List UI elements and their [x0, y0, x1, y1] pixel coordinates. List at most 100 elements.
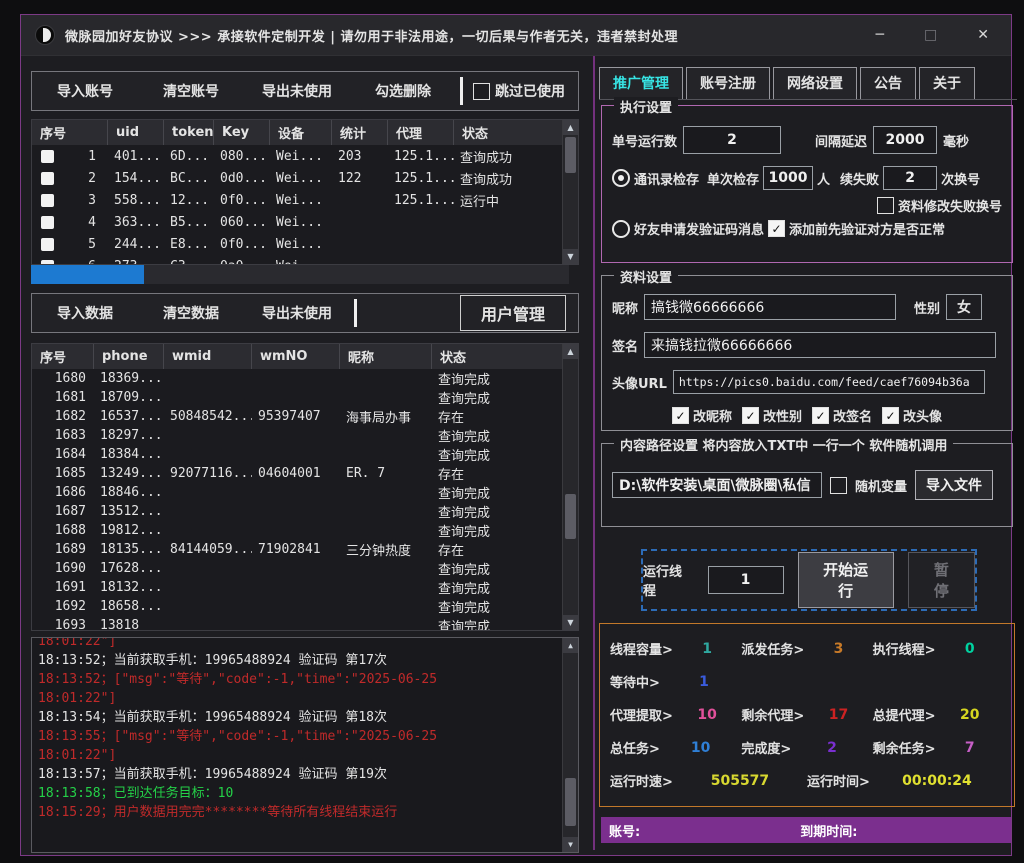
scrollbar-thumb[interactable]: [565, 494, 576, 539]
table-cell: 查询完成: [432, 559, 564, 578]
row-checkbox[interactable]: [41, 150, 54, 163]
table-cell: 13512...: [94, 504, 164, 519]
checkbox-checked-icon[interactable]: ✓: [882, 407, 899, 424]
import-file-button[interactable]: 导入文件: [915, 470, 993, 500]
pause-button[interactable]: 暂停: [908, 552, 975, 608]
table-cell: 401...: [108, 149, 164, 164]
log-scrollbar[interactable]: ▲ ▼: [562, 638, 578, 852]
checkbox-checked-icon[interactable]: ✓: [742, 407, 759, 424]
table-row[interactable]: 168513249...92077116...04604001ER. 7存在: [32, 464, 564, 483]
checkbox-checked-icon[interactable]: ✓: [672, 407, 689, 424]
nickname-label: 昵称: [612, 298, 638, 317]
fail-input[interactable]: [883, 166, 937, 190]
scroll-up-icon[interactable]: ▲: [563, 638, 578, 653]
row-checkbox[interactable]: [41, 172, 54, 185]
table-row[interactable]: 169313818查询完成: [32, 616, 564, 631]
scroll-up-icon[interactable]: ▲: [563, 120, 578, 135]
table-row[interactable]: 1401...6D...080...Wei...203125.1...查询成功: [32, 145, 564, 167]
friend-request-label: 好友申请发验证码消息: [634, 219, 764, 238]
table-row[interactable]: 168018369...查询完成: [32, 369, 564, 388]
tab-4[interactable]: 关于: [919, 67, 975, 99]
table-cell: 18369...: [94, 371, 164, 386]
account-toolbar-button-2[interactable]: 导出未使用: [244, 81, 350, 101]
app-window: 微脉园加好友协议 >>> 承接软件定制开发 | 请勿用于非法用途，一切后果与作者…: [20, 14, 1012, 856]
row-checkbox[interactable]: [41, 216, 54, 229]
table-cell: Wei...: [270, 171, 332, 186]
table-row[interactable]: 168618846...查询完成: [32, 483, 564, 502]
tab-2[interactable]: 网络设置: [773, 67, 857, 99]
column-header: token: [164, 120, 214, 145]
random-var-checkbox[interactable]: [830, 477, 847, 494]
stats-row: 等待中>1: [610, 665, 1004, 698]
table-row[interactable]: 168918135...84144059...71902841三分钟热度存在: [32, 540, 564, 559]
profile-check-3[interactable]: ✓改头像: [882, 406, 942, 425]
table-row[interactable]: 169218658...查询完成: [32, 597, 564, 616]
stat-value: 1: [673, 641, 741, 657]
stat-item: 执行线程>0: [873, 639, 1004, 658]
user-toolbar-button-1[interactable]: 清空数据: [138, 303, 244, 323]
stat-label: 代理提取>: [610, 705, 673, 724]
scrollbar-thumb[interactable]: [565, 137, 576, 173]
scroll-down-icon[interactable]: ▼: [563, 837, 578, 852]
gender-value-box[interactable]: 女: [946, 294, 982, 320]
tab-1[interactable]: 账号注册: [686, 67, 770, 99]
table-row[interactable]: 168318297...查询完成: [32, 426, 564, 445]
account-toolbar-button-3[interactable]: 勾选删除: [350, 81, 456, 101]
profile-check-1[interactable]: ✓改性别: [742, 406, 802, 425]
table-cell: 查询完成: [432, 426, 564, 445]
table-cell: 0f0...: [214, 237, 270, 252]
user-toolbar-button-2[interactable]: 导出未使用: [244, 303, 350, 323]
interval-input[interactable]: [873, 126, 937, 154]
checkbox-checked-icon[interactable]: ✓: [812, 407, 829, 424]
skip-used-checkbox[interactable]: 跳过已使用: [473, 81, 565, 101]
batch-input[interactable]: [763, 166, 813, 190]
contacts-radio[interactable]: [612, 169, 630, 187]
table-row[interactable]: 168713512...查询完成: [32, 502, 564, 521]
table-cell: 查询完成: [432, 388, 564, 407]
avatar-url-input[interactable]: [673, 370, 985, 394]
table-row[interactable]: 169017628...查询完成: [32, 559, 564, 578]
table-row[interactable]: 3558...12...0f0...Wei...125.1...运行中: [32, 189, 564, 211]
user-manager-button[interactable]: 用户管理: [460, 295, 566, 331]
table-row[interactable]: 168418384...查询完成: [32, 445, 564, 464]
account-toolbar-button-1[interactable]: 清空账号: [138, 81, 244, 101]
tab-3[interactable]: 公告: [860, 67, 916, 99]
checkbox-icon[interactable]: [473, 83, 490, 100]
thread-count-input[interactable]: [708, 566, 784, 594]
friend-request-radio[interactable]: [612, 220, 630, 238]
user-table: 序号phonewmidwmNO昵称状态 168018369...查询完成1681…: [31, 343, 579, 631]
start-run-button[interactable]: 开始运行: [798, 552, 894, 608]
row-checkbox[interactable]: [41, 238, 54, 251]
profile-check-0[interactable]: ✓改昵称: [672, 406, 732, 425]
tab-0[interactable]: 推广管理: [599, 67, 683, 99]
profile-check-2[interactable]: ✓改签名: [812, 406, 872, 425]
signature-input[interactable]: [644, 332, 996, 358]
account-toolbar-button-0[interactable]: 导入账号: [32, 81, 138, 101]
single-run-input[interactable]: [683, 126, 781, 154]
table-row[interactable]: 169118132...查询完成: [32, 578, 564, 597]
verify-label: 添加前先验证对方是否正常: [789, 219, 945, 238]
table-row[interactable]: 2154...BC...0d0...Wei...122125.1...查询成功: [32, 167, 564, 189]
profile-fail-checkbox[interactable]: [877, 197, 894, 214]
content-path-input[interactable]: [612, 472, 822, 498]
account-table-scrollbar[interactable]: ▲ ▼: [562, 120, 578, 264]
table-row[interactable]: 6273...C3...0a0...Wei...: [32, 255, 564, 265]
verify-checkbox[interactable]: ✓: [768, 220, 785, 237]
scroll-down-icon[interactable]: ▼: [563, 249, 578, 264]
row-checkbox[interactable]: [41, 194, 54, 207]
table-row[interactable]: 168216537...50848542...95397407海事局办事存在: [32, 407, 564, 426]
user-table-scrollbar[interactable]: ▲ ▼: [562, 344, 578, 630]
table-row[interactable]: 4363...B5...060...Wei...: [32, 211, 564, 233]
user-toolbar: 导入数据清空数据导出未使用 用户管理: [31, 293, 579, 333]
nickname-input[interactable]: [644, 294, 896, 320]
row-index: 1685: [32, 466, 94, 481]
scrollbar-thumb[interactable]: [565, 778, 576, 826]
scroll-down-icon[interactable]: ▼: [563, 615, 578, 630]
table-row[interactable]: 168118709...查询完成: [32, 388, 564, 407]
stat-value: 505577: [673, 773, 807, 789]
table-row[interactable]: 5244...E8...0f0...Wei...: [32, 233, 564, 255]
table-row[interactable]: 168819812...查询完成: [32, 521, 564, 540]
run-controls: 运行线程 开始运行 暂停: [641, 549, 977, 611]
user-toolbar-button-0[interactable]: 导入数据: [32, 303, 138, 323]
scroll-up-icon[interactable]: ▲: [563, 344, 578, 359]
